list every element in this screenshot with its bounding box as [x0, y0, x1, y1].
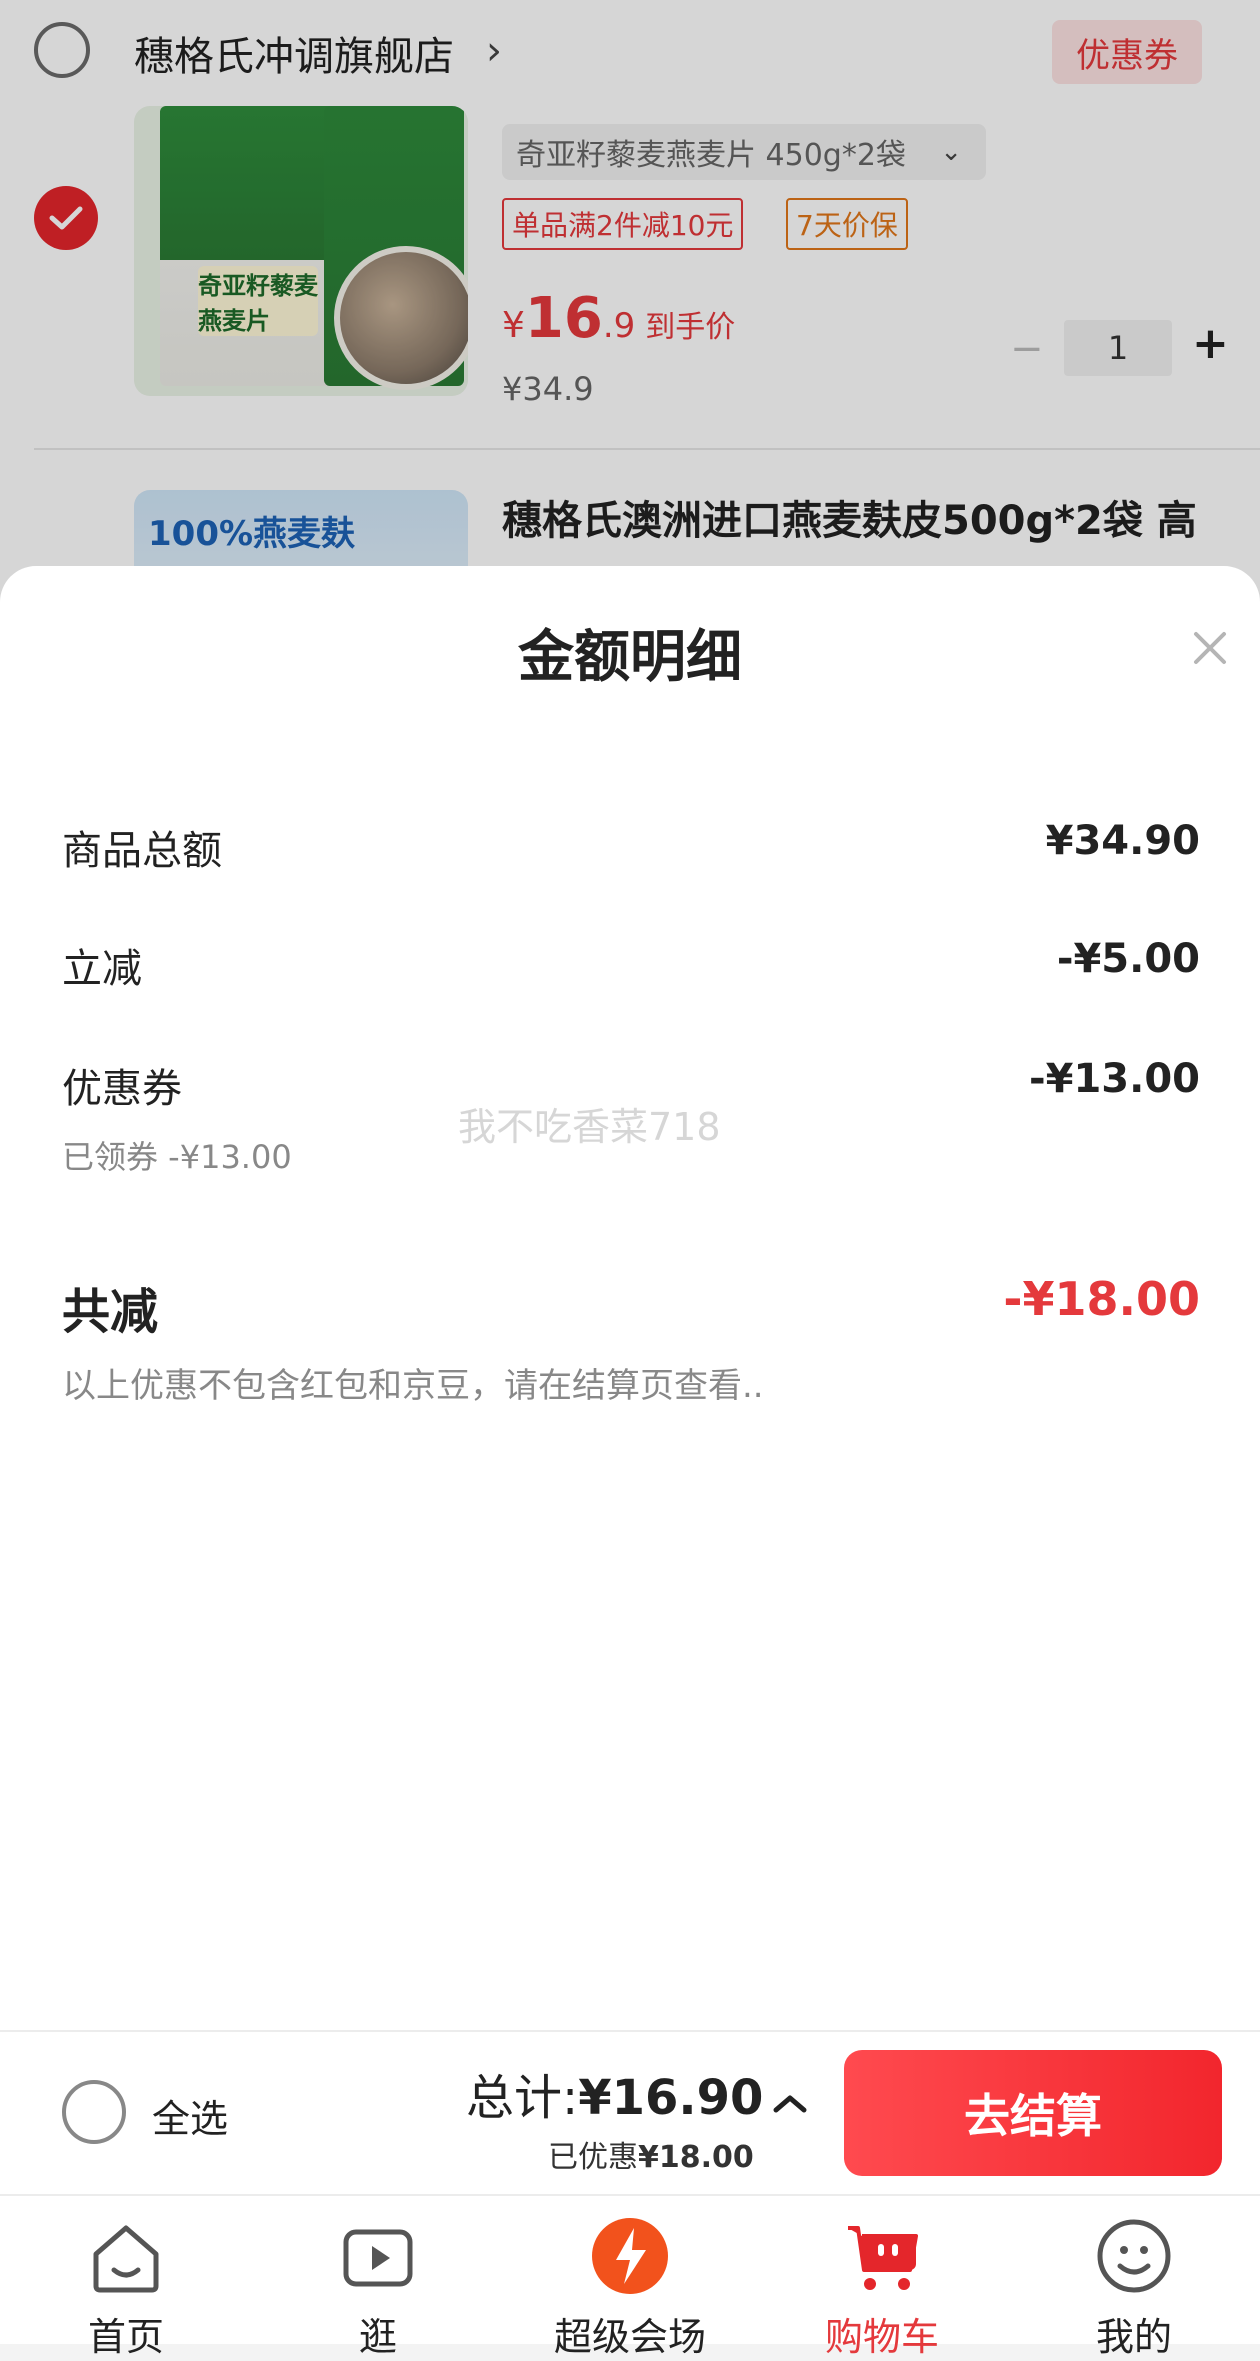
- video-icon: [343, 2229, 413, 2287]
- promo-venue-icon: [592, 2218, 668, 2294]
- sheet-title: 金额明细: [518, 625, 742, 690]
- subtotal-value: ¥34.90: [1045, 818, 1200, 864]
- saved-prefix: 已优惠: [548, 2140, 638, 2175]
- checkout-button[interactable]: 去结算: [844, 2050, 1222, 2176]
- total-discount-label: 共减: [62, 1284, 159, 1340]
- instant-discount-label: 立减: [62, 946, 142, 992]
- chevron-up-icon[interactable]: [768, 2088, 812, 2118]
- tab-label: 首页: [87, 2315, 164, 2359]
- tab-label: 逛: [358, 2315, 397, 2359]
- coupon-value: -¥13.00: [1029, 1056, 1200, 1102]
- tab-cart[interactable]: 购物车: [782, 2210, 982, 2359]
- tab-label: 我的: [1095, 2315, 1172, 2359]
- tab-label: 超级会场: [553, 2315, 706, 2359]
- coupon-label: 优惠券: [62, 1066, 182, 1112]
- saved-amount: 已优惠¥18.00: [548, 2132, 754, 2176]
- coupon-claimed-note: 已领券 -¥13.00: [62, 1138, 292, 1176]
- discount-disclaimer: 以上优惠不包含红包和京豆，请在结算页查看..: [62, 1366, 764, 1406]
- close-icon[interactable]: [1184, 622, 1236, 674]
- cart-icon: [848, 2226, 918, 2290]
- total-prefix: 总计:: [466, 2070, 579, 2126]
- watermark: 我不吃香菜718: [458, 1105, 721, 1149]
- select-all-radio[interactable]: [62, 2080, 126, 2144]
- tab-label: 购物车: [824, 2315, 939, 2359]
- tab-super-venue[interactable]: 超级会场: [530, 2210, 730, 2359]
- tab-home[interactable]: 首页: [26, 2210, 226, 2359]
- modal-overlay[interactable]: [0, 0, 1260, 640]
- saved-value: ¥18.00: [638, 2140, 754, 2175]
- profile-icon: [1097, 2219, 1171, 2293]
- subtotal-label: 商品总额: [62, 828, 222, 874]
- tab-profile[interactable]: 我的: [1034, 2210, 1234, 2359]
- home-icon: [93, 2225, 159, 2293]
- instant-discount-value: -¥5.00: [1056, 936, 1200, 982]
- tab-browse[interactable]: 逛: [278, 2210, 478, 2359]
- total-discount-value: -¥18.00: [1003, 1272, 1200, 1326]
- total-amount: ¥16.90: [578, 2070, 764, 2126]
- select-all-label[interactable]: 全选: [152, 2088, 228, 2143]
- total-price: 总计:¥16.90: [466, 2058, 763, 2128]
